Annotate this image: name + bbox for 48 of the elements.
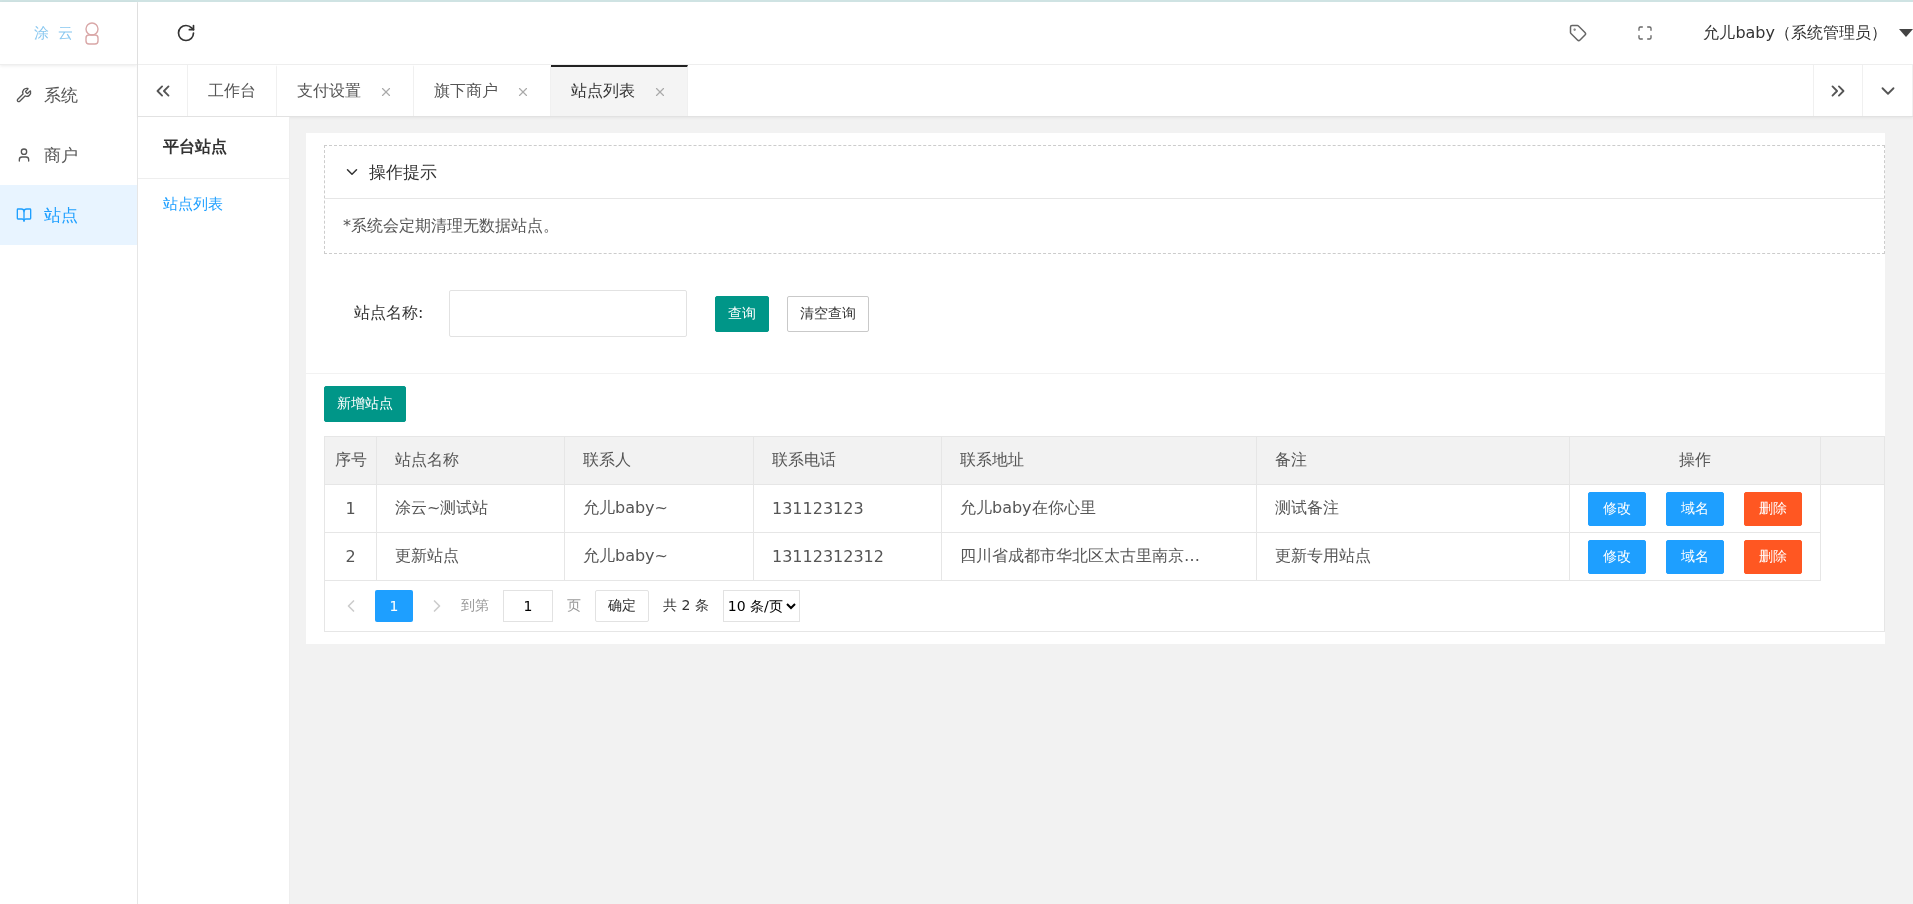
book-icon <box>16 207 32 223</box>
tip-header[interactable]: 操作提示 <box>325 146 1884 199</box>
logo-text: 涂 云 <box>34 23 75 43</box>
tip-text: *系统会定期清理无数据站点。 <box>342 214 560 237</box>
subnav-title: 平台站点 <box>138 117 289 179</box>
user-menu[interactable]: 允儿baby（系统管理员） <box>1703 22 1887 44</box>
page-size-select[interactable]: 10 条/页 <box>722 590 800 622</box>
table-cell: 更新站点 <box>377 533 565 581</box>
column-header: 序号 <box>325 437 377 485</box>
column-header: 联系地址 <box>942 437 1257 485</box>
table-cell: 测试备注 <box>1257 485 1570 533</box>
site-name-field[interactable] <box>449 290 688 337</box>
table-cell: 1 <box>325 485 377 533</box>
tab[interactable]: 旗下商户 <box>414 65 551 116</box>
tab[interactable]: 支付设置 <box>277 65 414 116</box>
table-cell: 涂云~测试站 <box>377 485 565 533</box>
page-unit-label: 页 <box>567 597 581 615</box>
table-cell: 131123123 <box>754 485 942 533</box>
total-count: 共 2 条 <box>663 597 709 615</box>
refresh-icon[interactable] <box>176 23 196 43</box>
column-header: 站点名称 <box>377 437 565 485</box>
sidebar-item[interactable]: 系统 <box>0 65 137 125</box>
table-cell: 更新专用站点 <box>1257 533 1570 581</box>
goto-label: 到第 <box>461 597 489 615</box>
clear-button[interactable]: 清空查询 <box>787 295 870 332</box>
column-header: 联系电话 <box>754 437 942 485</box>
table-cell: 允儿baby在你心里 <box>942 485 1257 533</box>
user-icon <box>16 147 32 163</box>
column-header: 备注 <box>1257 437 1570 485</box>
confirm-button[interactable]: 确定 <box>595 590 649 622</box>
page-field[interactable]: 1 <box>503 590 553 622</box>
tag-icon[interactable] <box>1569 24 1588 42</box>
field-label: 站点名称: <box>354 303 424 324</box>
fullscreen-icon[interactable] <box>1637 25 1654 41</box>
sidebar-item[interactable]: 商户 <box>0 125 137 185</box>
table-cell: 允儿baby~ <box>565 533 754 581</box>
table-cell: 允儿baby~ <box>565 485 754 533</box>
table-cell: 四川省成都市华北区太古里南京… <box>942 533 1257 581</box>
add-site-button[interactable]: 新增站点 <box>324 386 406 422</box>
column-header: 联系人 <box>565 437 754 485</box>
column-header: 操作 <box>1570 437 1821 485</box>
caret-icon[interactable] <box>1899 29 1913 37</box>
wrench-icon <box>16 87 32 103</box>
tab[interactable]: 工作台 <box>188 65 277 116</box>
table-cell: 13112312312 <box>754 533 942 581</box>
tab[interactable]: 站点列表 <box>551 65 688 116</box>
table-cell: 2 <box>325 533 377 581</box>
search-button[interactable]: 查询 <box>715 295 770 332</box>
